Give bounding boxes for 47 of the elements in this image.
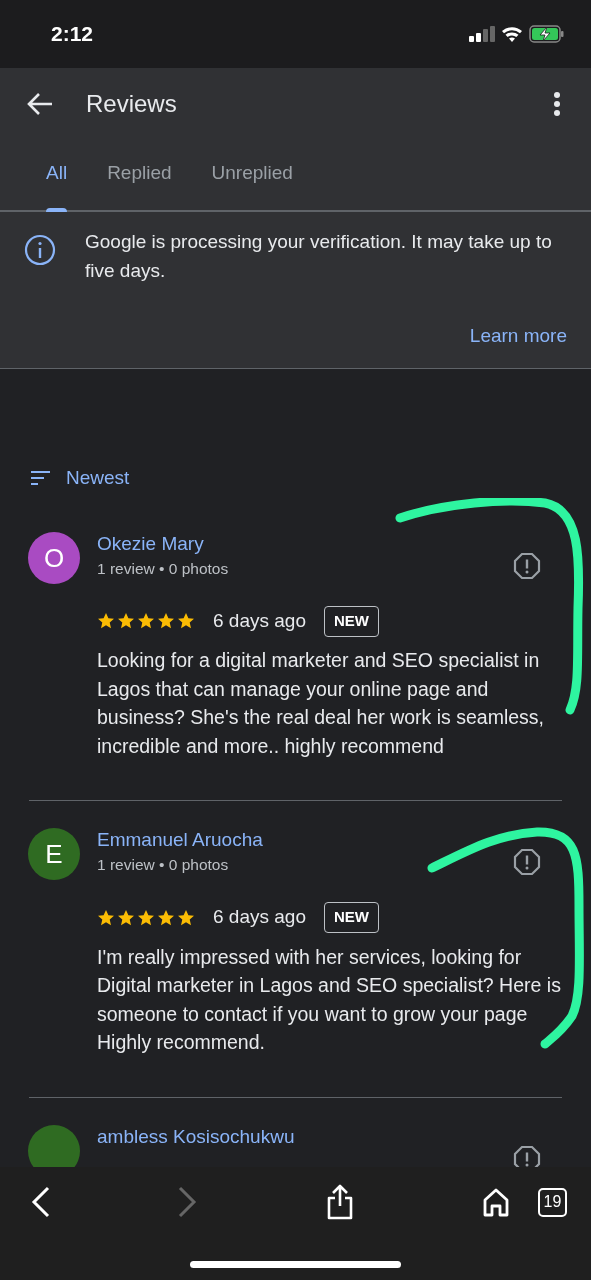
learn-more-link[interactable]: Learn more [469,322,567,351]
avatar: O [28,532,80,584]
review-text: I'm really impressed with her services, looking for Digital marketer in Lagos and SEO specialist? Here is someone to contact if you want to grow your page Highly recommend. [97,944,562,1055]
battery-charging-icon [529,25,564,43]
star-icon [137,908,155,927]
star-icon [177,908,195,927]
review-text: Looking for a digital marketer and SEO specialist in Lagos that can manage your online page and business? She's the real deal her work is seamless, incredible and more.. highly recommend [97,648,546,759]
status-time: 2:12 [51,21,94,48]
new-badge: NEW [323,902,379,933]
star-icon [157,612,175,631]
page-title: Reviews [86,89,177,119]
signal-icon [469,26,495,42]
star-icon [117,612,135,631]
back-arrow-icon[interactable] [27,92,53,116]
review-time: 6 days ago [213,905,306,930]
avatar: E [28,828,80,881]
star-icon [177,612,195,631]
reviewer-name[interactable]: ambless Kosisochukwu [97,1125,295,1148]
sort-icon [31,471,50,485]
star-icon [137,612,155,631]
star-icon [117,908,135,927]
reviewer-meta: 1 review • 0 photos [97,855,229,876]
tab[interactable]: All [46,140,68,210]
star-icon [157,908,175,927]
info-icon [24,234,56,266]
reviewer-name[interactable]: Okezie Mary [97,533,204,555]
home-icon[interactable] [482,1187,510,1217]
tab-count-button[interactable]: 19 [538,1187,567,1217]
report-icon[interactable] [513,848,541,877]
new-badge: NEW [323,606,379,637]
reviewer-name[interactable]: Emmanuel Aruocha [97,829,263,852]
review-time: 6 days ago [213,609,306,633]
star-icon [97,612,115,631]
wifi-icon [501,26,523,42]
tab-indicator [46,208,68,212]
star-icon [97,908,115,927]
report-icon[interactable] [513,552,541,580]
banner-message: Google is processing your verification. It may take up to five days. [85,230,553,283]
tab[interactable]: Replied [107,140,172,210]
forward-chevron-icon[interactable] [176,1186,198,1218]
back-chevron-icon[interactable] [30,1186,52,1218]
report-icon[interactable] [513,1144,541,1167]
more-options-icon[interactable] [553,91,561,117]
share-icon[interactable] [326,1184,354,1220]
reviewer-meta: 1 review • 0 photos [97,559,229,579]
tab[interactable]: Unreplied [211,140,293,210]
sort-button[interactable]: Newest [66,463,130,493]
